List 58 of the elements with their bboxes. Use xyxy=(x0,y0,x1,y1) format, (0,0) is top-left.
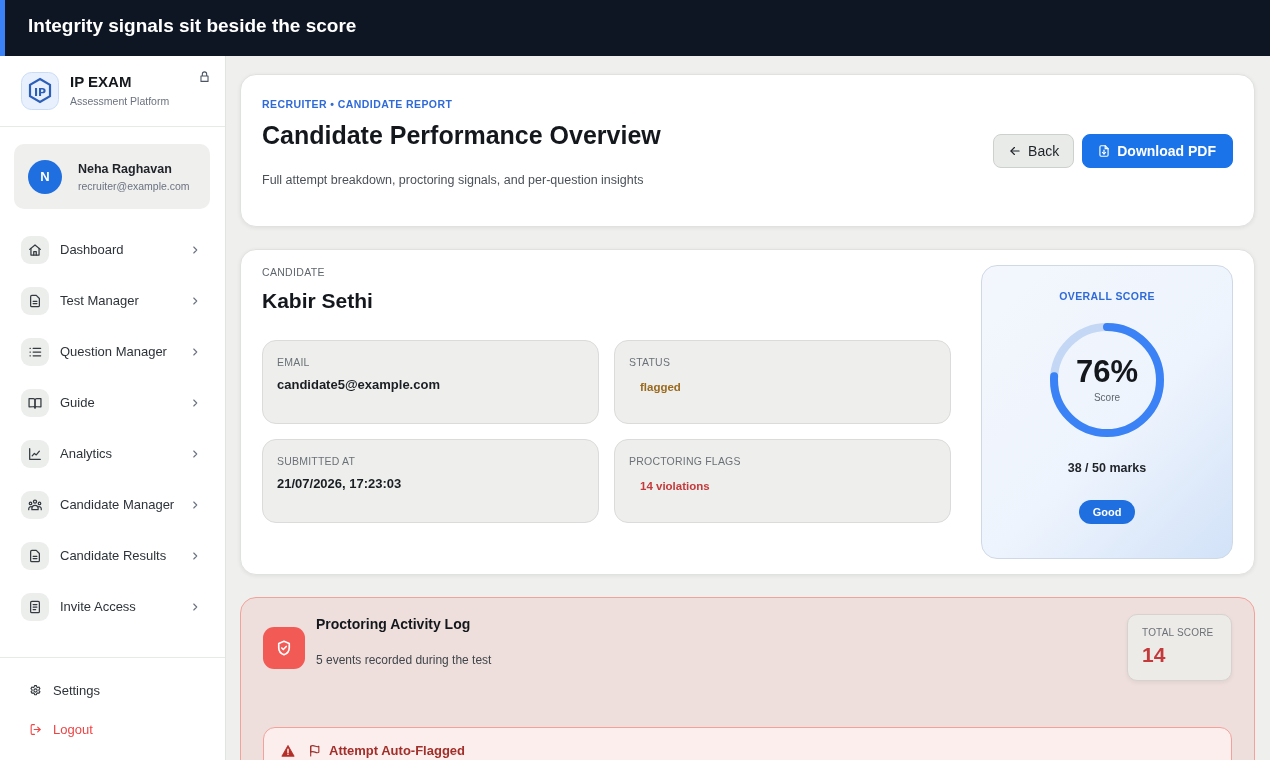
marks-text: 38 / 50 marks xyxy=(1067,460,1147,477)
field-value: flagged xyxy=(640,380,681,395)
nav-item[interactable]: Candidate Results xyxy=(0,530,225,581)
log-title: Proctoring Activity Log xyxy=(316,615,471,633)
breadcrumb-label: RECRUITER • CANDIDATE REPORT xyxy=(262,97,454,111)
nav-item[interactable]: Test Manager xyxy=(0,275,225,326)
score-label: OVERALL SCORE xyxy=(1059,289,1155,303)
total-score-label: TOTAL SCORE xyxy=(1142,626,1214,639)
field-label: SUBMITTED AT xyxy=(277,454,356,468)
logout-link[interactable]: Logout xyxy=(0,710,103,749)
score-percent: 76% xyxy=(1075,355,1138,389)
back-button[interactable]: Back xyxy=(993,134,1075,168)
file-download-icon xyxy=(1097,144,1112,158)
line-chart-icon xyxy=(21,439,49,468)
flag-icon xyxy=(308,744,321,757)
user-avatar: N xyxy=(28,159,62,194)
user-name: Neha Raghavan xyxy=(78,161,173,176)
candidate-name: Kabir Sethi xyxy=(262,288,373,314)
page-subtitle: Full attempt breakdown, proctoring signals, and per-question insights xyxy=(262,172,645,188)
nav-item[interactable]: Candidate Manager xyxy=(0,479,225,530)
brand-name: IP EXAM xyxy=(70,73,133,91)
field-value: 21/07/2026, 17:23:03 xyxy=(277,475,402,493)
logout-icon xyxy=(29,723,42,736)
field-label: PROCTORING FLAGS xyxy=(629,454,741,468)
brand-logo: IP xyxy=(21,72,59,110)
alert-title: Attempt Auto-Flagged xyxy=(329,742,465,759)
shield-check-icon xyxy=(263,627,305,669)
settings-icon xyxy=(29,684,42,697)
field-value: 14 violations xyxy=(640,479,710,494)
users-icon xyxy=(21,490,49,519)
user-email: recruiter@example.com xyxy=(78,179,190,192)
score-caption: Score xyxy=(1093,391,1121,404)
field-label: EMAIL xyxy=(277,355,310,369)
brand-tagline: Assessment Platform xyxy=(70,94,171,108)
log-subtitle: 5 events recorded during the test xyxy=(316,652,492,668)
page-title: Candidate Performance Overview xyxy=(262,120,661,150)
section-label: CANDIDATE xyxy=(262,265,325,279)
lock-icon[interactable] xyxy=(198,70,211,83)
book-icon xyxy=(21,388,49,417)
settings-link[interactable]: Settings xyxy=(0,671,110,710)
warning-icon xyxy=(281,744,295,758)
nav-item[interactable]: Analytics xyxy=(0,428,225,479)
banner-title: Integrity signals sit beside the score xyxy=(28,15,357,37)
nav-item[interactable]: Guide xyxy=(0,377,225,428)
total-score-value: 14 xyxy=(1142,643,1166,667)
arrow-left-icon xyxy=(1008,144,1023,158)
field-value: candidate5@example.com xyxy=(277,376,440,394)
field-label: STATUS xyxy=(629,355,671,369)
nav-item[interactable]: Dashboard xyxy=(0,224,225,275)
nav-item[interactable]: Invite Access xyxy=(0,581,225,632)
document-lines-icon xyxy=(21,592,49,621)
grade-badge: Good xyxy=(1078,500,1136,524)
document-icon xyxy=(21,541,49,570)
list-icon xyxy=(21,337,49,366)
document-icon xyxy=(21,286,49,315)
download-pdf-button[interactable]: Download PDF xyxy=(1082,134,1233,168)
nav-item[interactable]: Question Manager xyxy=(0,326,225,377)
home-icon xyxy=(21,235,49,264)
